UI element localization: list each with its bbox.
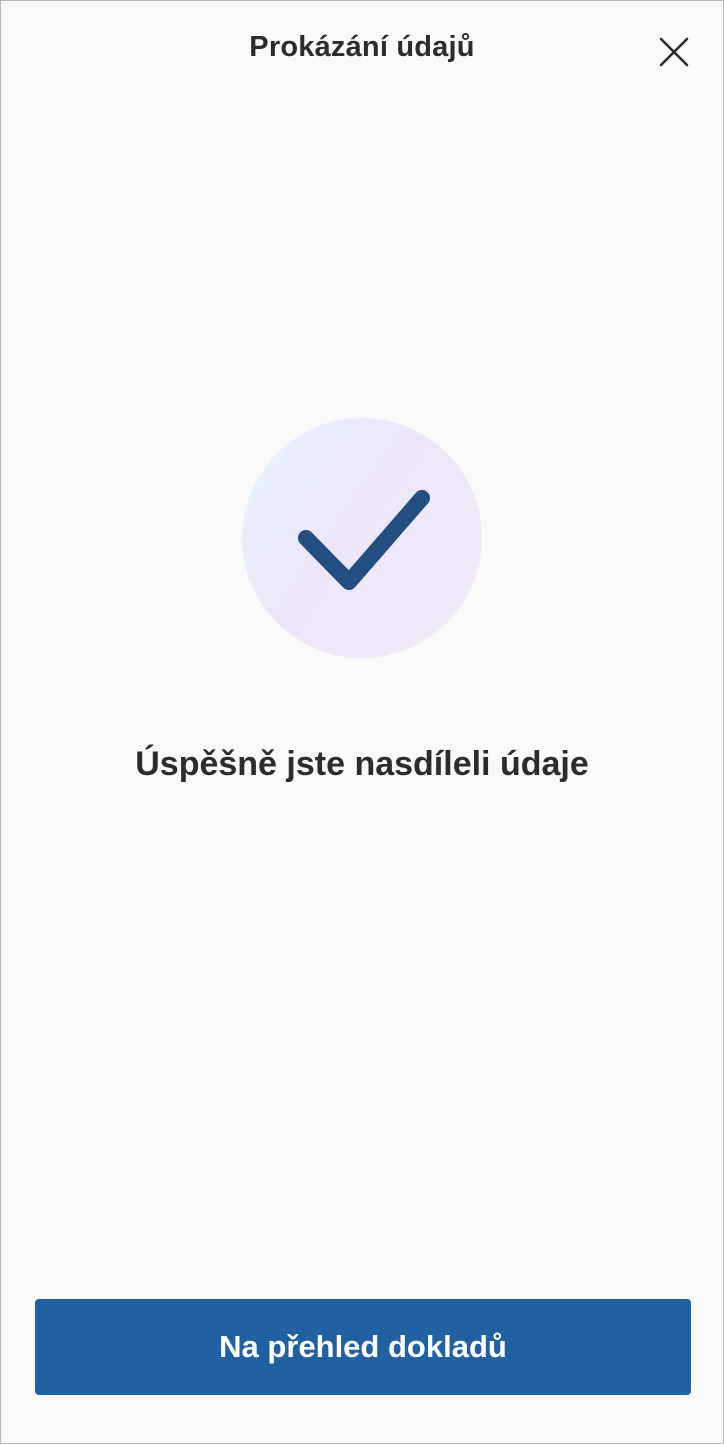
documents-overview-button[interactable]: Na přehled dokladů [35, 1299, 691, 1395]
success-badge [242, 418, 482, 658]
top-bar: Prokázání údajů [1, 1, 723, 101]
page-title: Prokázání údajů [249, 31, 475, 63]
close-button[interactable] [651, 29, 697, 75]
close-icon [659, 37, 689, 67]
checkmark-icon [298, 490, 430, 590]
success-screen: Prokázání údajů Úspěšně jste nasdíleli ú… [0, 0, 724, 1444]
success-message: Úspěšně jste nasdíleli údaje [135, 745, 589, 783]
